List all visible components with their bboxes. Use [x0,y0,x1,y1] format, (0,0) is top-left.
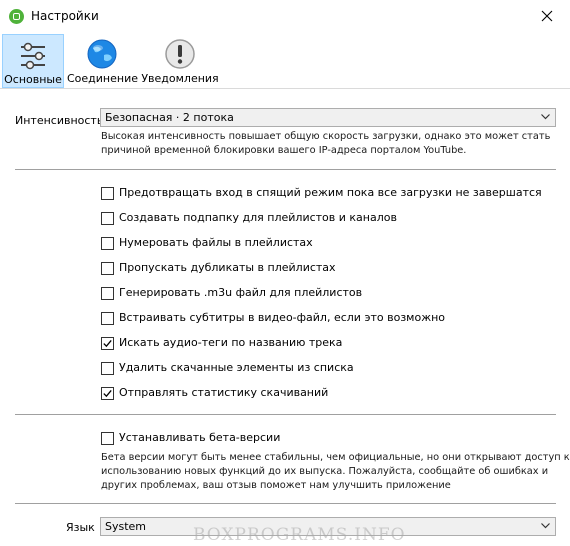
beta-hint-line: других проблемах, ваш отзыв поможет нам … [101,480,451,491]
option-label: Отправлять статистику скачиваний [119,386,329,399]
divider [15,503,556,504]
tab-general[interactable]: Основные [2,34,64,88]
language-label: Язык [66,521,95,534]
intensity-select[interactable]: Безопасная · 2 потока [100,108,556,127]
checkbox[interactable] [101,432,114,445]
beta-hint: Бета версии могут быть менее стабильны, … [101,451,570,493]
checkmark-icon [103,389,112,398]
option-label: Пропускать дубликаты в плейлистах [119,261,336,274]
intensity-hint: Высокая интенсивность повышает общую ско… [101,130,550,158]
tab-connection[interactable]: Соединение [67,34,139,88]
title-bar: Настройки [0,0,570,32]
checkbox[interactable] [101,337,114,350]
checkbox[interactable] [101,312,114,325]
intensity-value: Безопасная · 2 потока [105,111,234,124]
language-value: System [105,520,147,533]
tab-connection-label: Соединение [67,72,139,85]
checkbox[interactable] [101,387,114,400]
close-icon [541,10,553,22]
option-label: Предотвращать вход в спящий режим пока в… [119,186,542,199]
tab-notifications-label: Уведомления [141,72,219,85]
option-label: Нумеровать файлы в плейлистах [119,236,313,249]
checkbox[interactable] [101,287,114,300]
intensity-hint-line: Высокая интенсивность повышает общую ско… [101,131,551,142]
app-icon [9,9,24,24]
option-label: Генерировать .m3u файл для плейлистов [119,286,363,299]
checkbox[interactable] [101,262,114,275]
option-label: Искать аудио-теги по названию трека [119,336,343,349]
divider [15,169,556,170]
tab-general-label: Основные [4,73,62,86]
beta-hint-line: Бета версии могут быть менее стабильны, … [101,452,570,463]
option-label: Устанавливать бета-версии [119,431,281,444]
window-title: Настройки [31,9,99,23]
close-button[interactable] [524,0,570,32]
divider [15,414,556,415]
checkbox[interactable] [101,212,114,225]
sliders-icon [21,42,45,70]
globe-icon [87,39,117,69]
settings-toolbar: Основные Соединение Уведомления [0,32,570,89]
watermark: BOXPROGRAMS.INFO [193,525,406,545]
intensity-hint-line: причиной временной блокировки вашего IP-… [101,145,467,156]
tab-notifications[interactable]: Уведомления [140,34,220,88]
checkbox[interactable] [101,187,114,200]
chevron-down-icon [541,523,550,529]
checkmark-icon [103,339,112,348]
option-label: Встраивать субтитры в видео-файл, если э… [119,311,446,324]
checkbox[interactable] [101,362,114,375]
chevron-down-icon [541,114,550,120]
option-label: Создавать подпапку для плейлистов и кана… [119,211,397,224]
exclamation-icon [165,39,195,69]
checkbox[interactable] [101,237,114,250]
beta-hint-line: использованию новых функций до их выпуск… [101,466,549,477]
option-label: Удалить скачанные элементы из списка [119,361,354,374]
intensity-label: Интенсивность [15,114,104,127]
